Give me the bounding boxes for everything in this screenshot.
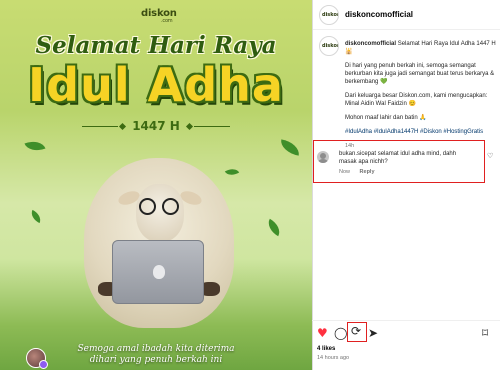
glasses-icon [162, 198, 179, 215]
brand-sub: .com [161, 18, 173, 24]
apple-logo-icon [153, 265, 165, 279]
headline-text: Idul Adha [28, 58, 284, 112]
post-time: 14 hours ago [317, 355, 350, 361]
brand-logo: diskon .com [141, 8, 177, 24]
comment-like-icon[interactable]: ♡ [487, 152, 493, 160]
caption-username[interactable]: diskoncomofficial [345, 41, 396, 47]
year-band: 1447 H [82, 118, 230, 136]
username-link[interactable]: diskoncomofficial [345, 10, 413, 19]
avatar[interactable]: diskon [319, 36, 339, 56]
comment-icon[interactable]: ◯ [334, 326, 347, 340]
leaf-decoration [24, 137, 46, 155]
caption-text: diskoncomofficial Selamat Hari Raya Idul… [345, 40, 497, 150]
comment-text: bukan.sicepat selamat idul adha mind, da… [339, 151, 457, 165]
comment-time: Now [339, 169, 351, 175]
repost-highlight-box: ⟳ [347, 322, 367, 342]
repost-icon[interactable]: ⟳ [351, 324, 361, 338]
avatar-logo: diskon [322, 43, 339, 49]
story-badge-icon [39, 360, 48, 369]
like-heart-icon[interactable]: ♥ [317, 326, 328, 340]
greeting-text: Selamat Hari Raya [35, 32, 277, 59]
post-image[interactable]: diskon .com Selamat Hari Raya Idul Adha … [0, 0, 312, 370]
image-caption-line1: Semoga amal ibadah kita diterima [77, 344, 235, 354]
comment-meta: Now Reply [339, 169, 383, 175]
reply-button[interactable]: Reply [360, 169, 375, 175]
share-icon[interactable]: ➤ [368, 326, 378, 340]
bookmark-icon[interactable]: ⌑ [482, 326, 488, 340]
laptop-illustration [112, 240, 204, 304]
likes-count[interactable]: 4 likes [317, 346, 335, 352]
post-header: diskon diskoncomofficial [313, 0, 500, 30]
leaf-decoration [224, 165, 240, 179]
caption-first-line: diskoncomofficial Selamat Hari Raya Idul… [345, 40, 497, 56]
decor-line [194, 126, 230, 127]
action-bar: ♥ ◯ ⟳ ➤ ⌑ 4 likes 14 hours ago [312, 320, 500, 370]
caption-paragraph: Di hari yang penuh berkah ini, semoga se… [345, 63, 495, 85]
caption-paragraph: Dari keluarga besar Diskon.com, kami men… [345, 93, 488, 107]
caption-paragraph: Mohon maaf lahir dan batin 🙏 [345, 115, 427, 121]
glasses-icon [139, 198, 156, 215]
commenter-avatar[interactable] [317, 151, 329, 163]
avatar[interactable]: diskon [319, 5, 339, 25]
leaf-decoration [279, 139, 301, 156]
hashtags[interactable]: #IdulAdha #IdulAdha1447H #Diskon #Hostin… [345, 128, 497, 136]
avatar-logo: diskon [322, 12, 339, 18]
leaf-decoration [264, 218, 284, 237]
leaf-decoration [28, 209, 44, 224]
post-panel: diskon diskoncomofficial diskon diskonco… [312, 0, 500, 370]
